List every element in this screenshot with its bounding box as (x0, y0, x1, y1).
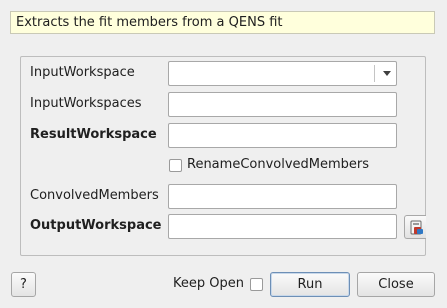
chevron-down-icon[interactable] (383, 71, 391, 76)
algorithm-dialog: Extracts the fit members from a QENS fit… (0, 0, 447, 308)
input-workspaces-field[interactable] (168, 92, 397, 117)
rename-convolved-members-label: RenameConvolvedMembers (187, 157, 370, 172)
run-button[interactable]: Run (270, 272, 350, 297)
algorithm-description: Extracts the fit members from a QENS fit (10, 11, 435, 34)
convolved-members-label: ConvolvedMembers (30, 188, 159, 203)
keep-open-checkbox[interactable] (250, 278, 263, 291)
output-workspace-browse-button[interactable] (404, 215, 426, 239)
combo-divider (374, 65, 375, 82)
input-workspace-label: InputWorkspace (30, 65, 135, 80)
input-workspaces-label: InputWorkspaces (30, 96, 142, 111)
rename-convolved-members-checkbox[interactable] (169, 159, 182, 172)
keep-open-label: Keep Open (173, 276, 244, 291)
help-button[interactable]: ? (11, 272, 36, 297)
close-button[interactable]: Close (357, 272, 435, 297)
convolved-members-field[interactable] (168, 184, 397, 209)
result-workspace-label: ResultWorkspace (30, 127, 157, 142)
result-workspace-field[interactable] (168, 123, 397, 148)
output-workspace-field[interactable] (168, 214, 397, 239)
workspace-picker-icon (410, 220, 423, 235)
input-workspace-combo[interactable] (168, 61, 397, 86)
output-workspace-label: OutputWorkspace (30, 218, 162, 233)
